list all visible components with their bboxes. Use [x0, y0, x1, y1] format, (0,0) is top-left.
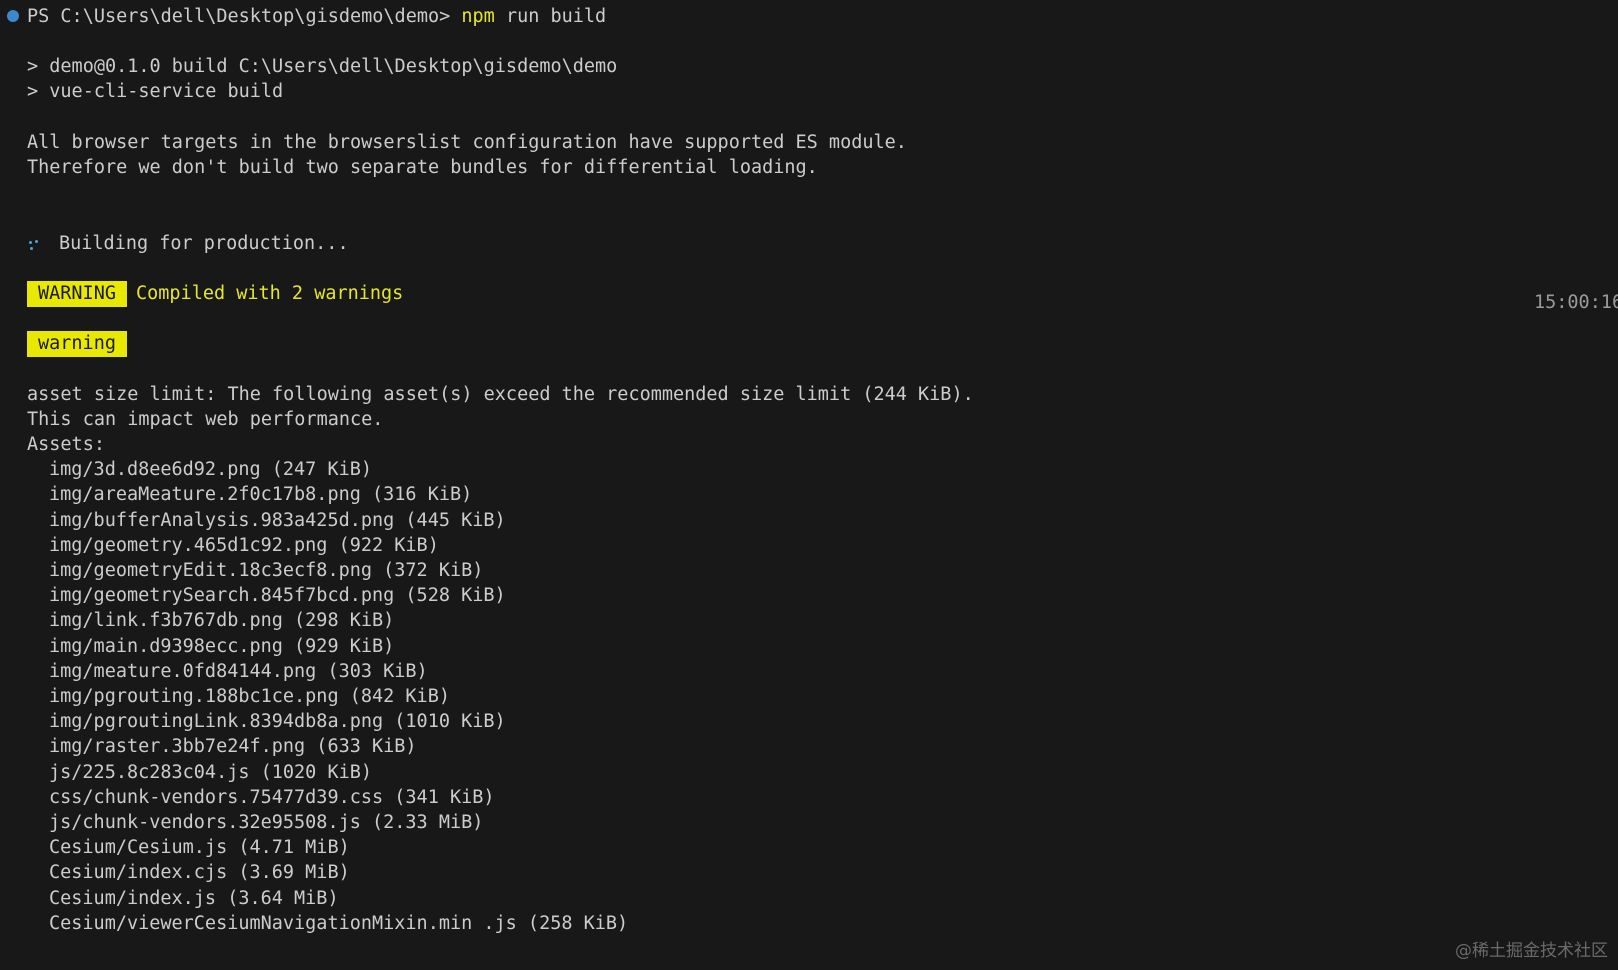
asset-item: Cesium/index.js (3.64 MiB) — [49, 888, 339, 909]
asset-item: js/225.8c283c04.js (1020 KiB) — [49, 762, 373, 783]
assets-heading: Assets: — [27, 434, 105, 455]
asset-item: img/geometryEdit.18c3ecf8.png (372 KiB) — [49, 560, 484, 581]
prompt-line: PS C:\Users\dell\Desktop\gisdemo\demo> n… — [27, 4, 606, 30]
compile-message: Compiled with 2 warnings — [136, 283, 404, 304]
browser-note-line: Therefore we don't build two separate bu… — [27, 157, 818, 178]
building-status: Building for production... — [59, 233, 349, 254]
warning-label-badge: warning — [27, 331, 127, 357]
prompt-command: npm — [461, 6, 495, 27]
asset-item: Cesium/viewerCesiumNavigationMixin.min .… — [49, 913, 629, 934]
browser-note-line: All browser targets in the browserslist … — [27, 132, 907, 153]
spinner-icon — [28, 240, 42, 252]
terminal-output[interactable]: PS C:\Users\dell\Desktop\gisdemo\demo> n… — [0, 0, 1618, 970]
asset-item: img/pgrouting.188bc1ce.png (842 KiB) — [49, 686, 450, 707]
asset-item: img/geometry.465d1c92.png (922 KiB) — [49, 535, 439, 556]
asset-item: Cesium/Cesium.js (4.71 MiB) — [49, 837, 350, 858]
asset-item: img/3d.d8ee6d92.png (247 KiB) — [49, 459, 373, 480]
asset-item: img/meature.0fd84144.png (303 KiB) — [49, 661, 428, 682]
asset-item: js/chunk-vendors.32e95508.js (2.33 MiB) — [49, 812, 484, 833]
watermark: @稀土掘金技术社区 — [1455, 941, 1608, 961]
prompt-path: PS C:\Users\dell\Desktop\gisdemo\demo> — [27, 6, 451, 27]
asset-item: Cesium/index.cjs (3.69 MiB) — [49, 862, 350, 883]
asset-item: img/areaMeature.2f0c17b8.png (316 KiB) — [49, 484, 473, 505]
asset-item: img/raster.3bb7e24f.png (633 KiB) — [49, 736, 417, 757]
warning-badge: WARNING — [27, 281, 127, 307]
prompt-status-dot-icon — [7, 10, 19, 22]
asset-item: img/bufferAnalysis.983a425d.png (445 KiB… — [49, 510, 506, 531]
compile-timestamp: 15:00:16 — [1534, 292, 1618, 313]
asset-item: img/pgroutingLink.8394db8a.png (1010 KiB… — [49, 711, 506, 732]
prompt-args: run build — [505, 6, 607, 27]
asset-item: img/geometrySearch.845f7bcd.png (528 KiB… — [49, 585, 506, 606]
asset-warning-line: asset size limit: The following asset(s)… — [27, 384, 974, 405]
script-line: > vue-cli-service build — [27, 81, 284, 102]
script-line: > demo@0.1.0 build C:\Users\dell\Desktop… — [27, 56, 618, 77]
asset-item: css/chunk-vendors.75477d39.css (341 KiB) — [49, 787, 495, 808]
asset-item: img/main.d9398ecc.png (929 KiB) — [49, 636, 395, 657]
asset-warning-line: This can impact web performance. — [27, 409, 384, 430]
asset-item: img/link.f3b767db.png (298 KiB) — [49, 610, 395, 631]
